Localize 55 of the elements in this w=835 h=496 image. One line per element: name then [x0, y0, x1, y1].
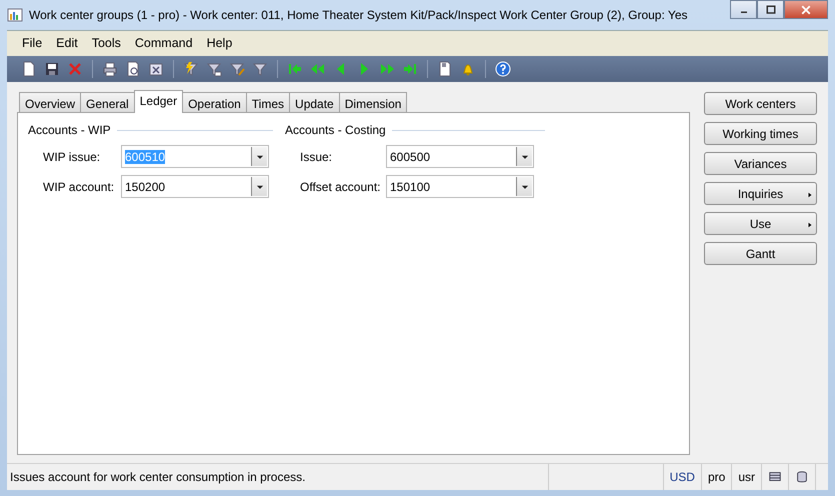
app-icon — [7, 7, 23, 23]
combo-box[interactable]: 150200 — [121, 175, 269, 198]
next-page-icon[interactable] — [379, 61, 395, 77]
filter-edit-icon[interactable] — [229, 61, 245, 77]
last-record-icon[interactable] — [402, 61, 418, 77]
close-button[interactable] — [784, 0, 828, 19]
maximize-icon[interactable] — [764, 4, 776, 16]
group-heading: Accounts - Costing — [285, 122, 386, 139]
new-document-icon[interactable] — [21, 61, 37, 77]
filter-icon[interactable] — [252, 61, 268, 77]
status-message: Issues account for work center consumption in process. — [9, 469, 306, 486]
action-button[interactable]: Gantt — [704, 242, 817, 265]
menu-item[interactable]: Help — [200, 32, 240, 55]
menu-item[interactable]: File — [15, 32, 50, 55]
tab[interactable]: Overview — [19, 92, 82, 112]
action-button[interactable]: Inquiries — [704, 182, 817, 205]
field-label: WIP account: — [43, 178, 116, 196]
action-button[interactable]: Working times — [704, 122, 817, 145]
first-record-icon[interactable] — [287, 61, 303, 77]
close-icon[interactable] — [800, 4, 812, 16]
field-label: WIP issue: — [43, 148, 102, 166]
action-button[interactable]: Variances — [704, 152, 817, 175]
menu-item[interactable]: Edit — [49, 32, 85, 55]
field-value: 600510 — [125, 150, 166, 164]
status-cell: USD — [662, 464, 701, 490]
field-label: Issue: — [300, 148, 334, 166]
help-icon[interactable] — [495, 61, 511, 77]
tab[interactable]: General — [80, 92, 135, 112]
action-button[interactable]: Use — [704, 212, 817, 235]
tab[interactable]: Dimension — [338, 92, 408, 112]
status-cell: pro — [700, 464, 732, 490]
combo-box[interactable]: 600500 — [386, 145, 534, 168]
action-button[interactable]: Work centers — [704, 92, 817, 115]
combo-box[interactable]: 150100 — [386, 175, 534, 198]
filter-icon[interactable] — [206, 61, 222, 77]
document-icon[interactable] — [437, 61, 453, 77]
menu-item[interactable]: Command — [128, 32, 200, 55]
field-label: Offset account: — [300, 178, 382, 196]
field-value: 600500 — [390, 150, 430, 164]
tab[interactable]: Times — [246, 92, 290, 112]
window-title: Work center groups (1 - pro) - Work center: 011, Home Theater System Kit/Pack/Inspect Work Center Group (2), Group: Yes — [29, 7, 688, 24]
field-value: 150200 — [125, 180, 166, 194]
save-icon[interactable] — [44, 61, 60, 77]
filter-lightning-icon[interactable] — [183, 61, 199, 77]
tab[interactable]: Ledger — [134, 90, 184, 113]
print-preview-icon[interactable] — [125, 61, 141, 77]
status-cell: usr — [731, 464, 761, 490]
maximize-button[interactable] — [757, 0, 784, 19]
group-heading: Accounts - WIP — [28, 122, 111, 139]
tab[interactable]: Operation — [182, 92, 247, 112]
menu-item[interactable]: Tools — [84, 32, 128, 55]
tab[interactable]: Update — [289, 92, 340, 112]
field-value: 150100 — [390, 180, 430, 194]
previous-page-icon[interactable] — [310, 61, 326, 77]
print-icon[interactable] — [102, 61, 118, 77]
